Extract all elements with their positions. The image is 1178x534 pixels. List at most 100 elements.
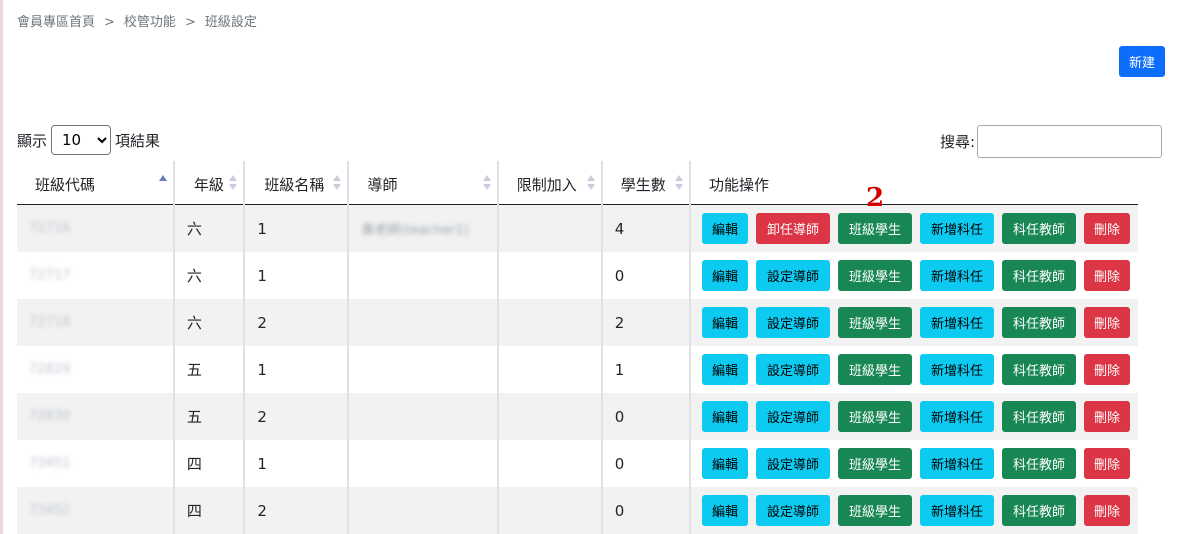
column-header-class-name[interactable]: 班級名稱 <box>244 161 350 205</box>
tutor-name: 黃老師(teacher1) <box>361 223 469 238</box>
search-input[interactable] <box>977 125 1163 158</box>
sort-icon <box>482 175 491 191</box>
annotation-marker: 2 <box>866 183 885 213</box>
delete-button[interactable]: 刪除 <box>1083 213 1130 244</box>
set-tutor-button[interactable]: 設定導師 <box>755 260 830 291</box>
cell-join-limit <box>497 440 603 487</box>
breadcrumb-current: 班級設定 <box>204 15 257 30</box>
cell-actions: 編輯 設定導師 班級學生 新增科任 科任教師 刪除 <box>690 346 1138 393</box>
column-header-tutor[interactable]: 導師 <box>348 161 499 205</box>
subject-teachers-button[interactable]: 科任教師 <box>1001 448 1076 479</box>
set-tutor-button[interactable]: 設定導師 <box>755 354 830 385</box>
set-tutor-button[interactable]: 設定導師 <box>755 448 830 479</box>
column-header-grade[interactable]: 年級 <box>173 161 246 205</box>
cell-class-name: 1 <box>244 440 350 487</box>
column-header-class-code[interactable]: 班級代碼 <box>17 161 175 205</box>
cell-tutor <box>348 252 499 299</box>
class-students-button[interactable]: 班級學生 <box>837 354 912 385</box>
cell-tutor <box>348 393 499 440</box>
cell-class-name: 2 <box>244 299 350 346</box>
set-tutor-button[interactable]: 設定導師 <box>755 401 830 432</box>
student-count: 0 <box>614 407 625 426</box>
column-header-student-count[interactable]: 學生數 <box>601 161 691 205</box>
column-header-join-limit[interactable]: 限制加入 <box>497 161 603 205</box>
delete-button[interactable]: 刪除 <box>1083 260 1130 291</box>
cell-actions: 編輯 設定導師 班級學生 新增科任 科任教師 刪除 <box>689 299 1138 346</box>
student-count: 1 <box>614 360 625 379</box>
delete-button[interactable]: 刪除 <box>1083 448 1130 479</box>
edit-button[interactable]: 編輯 <box>701 307 748 338</box>
delete-button[interactable]: 刪除 <box>1083 354 1130 385</box>
breadcrumb-separator: > <box>184 15 196 30</box>
cell-class-code: 72830 <box>17 393 175 440</box>
subject-teachers-button[interactable]: 科任教師 <box>1001 401 1076 432</box>
subject-teachers-button[interactable]: 科任教師 <box>1001 354 1076 385</box>
add-subject-teacher-button[interactable]: 新增科任 <box>919 354 994 385</box>
class-students-button[interactable]: 班級學生 <box>837 307 912 338</box>
class-students-button[interactable]: 班級學生 <box>837 260 912 291</box>
sort-icon <box>674 175 683 191</box>
edit-button[interactable]: 編輯 <box>701 401 748 432</box>
remove-tutor-button[interactable]: 卸任導師 <box>755 213 830 244</box>
cell-join-limit <box>497 204 603 252</box>
add-subject-teacher-button[interactable]: 新增科任 <box>919 401 994 432</box>
student-count: 4 <box>614 219 625 238</box>
delete-button[interactable]: 刪除 <box>1083 307 1130 338</box>
add-subject-teacher-button[interactable]: 新增科任 <box>919 213 994 244</box>
cell-grade: 四 <box>173 440 246 487</box>
cell-class-code: 73452 <box>17 487 175 534</box>
student-count: 0 <box>614 266 625 285</box>
column-label: 導師 <box>367 176 398 194</box>
edit-button[interactable]: 編輯 <box>701 260 748 291</box>
cell-join-limit <box>497 487 603 534</box>
show-prefix: 顯示 <box>17 131 48 150</box>
table-row: 72718 六 2 2 編輯 設定導師 班級學生 新增科任 科任教師 刪除 <box>17 299 1138 346</box>
class-students-button[interactable]: 班級學生 <box>837 401 912 432</box>
delete-button[interactable]: 刪除 <box>1083 495 1130 526</box>
cell-class-code: 72716 <box>17 204 175 252</box>
edit-button[interactable]: 編輯 <box>701 495 748 526</box>
table-row: 73451 四 1 0 編輯 設定導師 班級學生 新增科任 科任教師 刪除 <box>17 440 1138 487</box>
breadcrumb-home[interactable]: 會員專區首頁 <box>17 15 95 30</box>
class-code: 72830 <box>29 409 71 424</box>
breadcrumb-admin[interactable]: 校管功能 <box>124 15 176 30</box>
subject-teachers-button[interactable]: 科任教師 <box>1001 495 1076 526</box>
show-suffix: 項結果 <box>115 131 161 150</box>
edit-button[interactable]: 編輯 <box>701 354 748 385</box>
edit-button[interactable]: 編輯 <box>701 213 748 244</box>
edit-button[interactable]: 編輯 <box>701 448 748 479</box>
class-students-button[interactable]: 班級學生 <box>837 448 912 479</box>
cell-actions: 編輯 設定導師 班級學生 新增科任 科任教師 刪除 <box>689 487 1138 534</box>
subject-teachers-button[interactable]: 科任教師 <box>1001 307 1076 338</box>
cell-join-limit <box>497 299 603 346</box>
table-row: 72829 五 1 1 編輯 設定導師 班級學生 新增科任 科任教師 刪除 <box>17 346 1138 393</box>
cell-tutor <box>348 487 499 534</box>
set-tutor-button[interactable]: 設定導師 <box>755 307 830 338</box>
page-left-border <box>0 0 3 534</box>
table-row: 72716 六 1 黃老師(teacher1) 4 編輯 卸任導師 班級學生 新增科任 科任教師刪… <box>17 204 1138 252</box>
subject-teachers-button[interactable]: 科任教師 <box>1001 213 1076 244</box>
class-students-button[interactable]: 班級學生 <box>837 495 912 526</box>
cell-tutor <box>348 346 499 393</box>
add-subject-teacher-button[interactable]: 新增科任 <box>919 495 994 526</box>
class-code: 72716 <box>29 221 71 236</box>
set-tutor-button[interactable]: 設定導師 <box>755 495 830 526</box>
add-subject-teacher-button[interactable]: 新增科任 <box>919 307 994 338</box>
new-button[interactable]: 新建 <box>1119 46 1165 77</box>
cell-student-count: 1 <box>601 346 691 393</box>
class-name: 1 <box>257 219 267 238</box>
search-control: 搜尋: <box>940 125 1163 158</box>
add-subject-teacher-button[interactable]: 新增科任 <box>919 448 994 479</box>
cell-class-name: 1 <box>244 252 350 299</box>
add-subject-teacher-button[interactable]: 新增科任 <box>919 260 994 291</box>
table-row: 72830 五 2 0 編輯 設定導師 班級學生 新增科任 科任教師 刪除 <box>17 393 1138 440</box>
page-length-select[interactable]: 10 <box>51 125 112 155</box>
class-name: 2 <box>257 407 267 426</box>
cell-grade: 五 <box>173 393 246 440</box>
cell-actions: 編輯 設定導師 班級學生 新增科任 科任教師 刪除 <box>690 252 1138 299</box>
cell-join-limit <box>497 252 603 299</box>
class-students-button[interactable]: 班級學生 <box>837 213 912 244</box>
cell-class-name: 2 <box>244 393 350 440</box>
subject-teachers-button[interactable]: 科任教師 <box>1001 260 1076 291</box>
delete-button[interactable]: 刪除 <box>1083 401 1130 432</box>
